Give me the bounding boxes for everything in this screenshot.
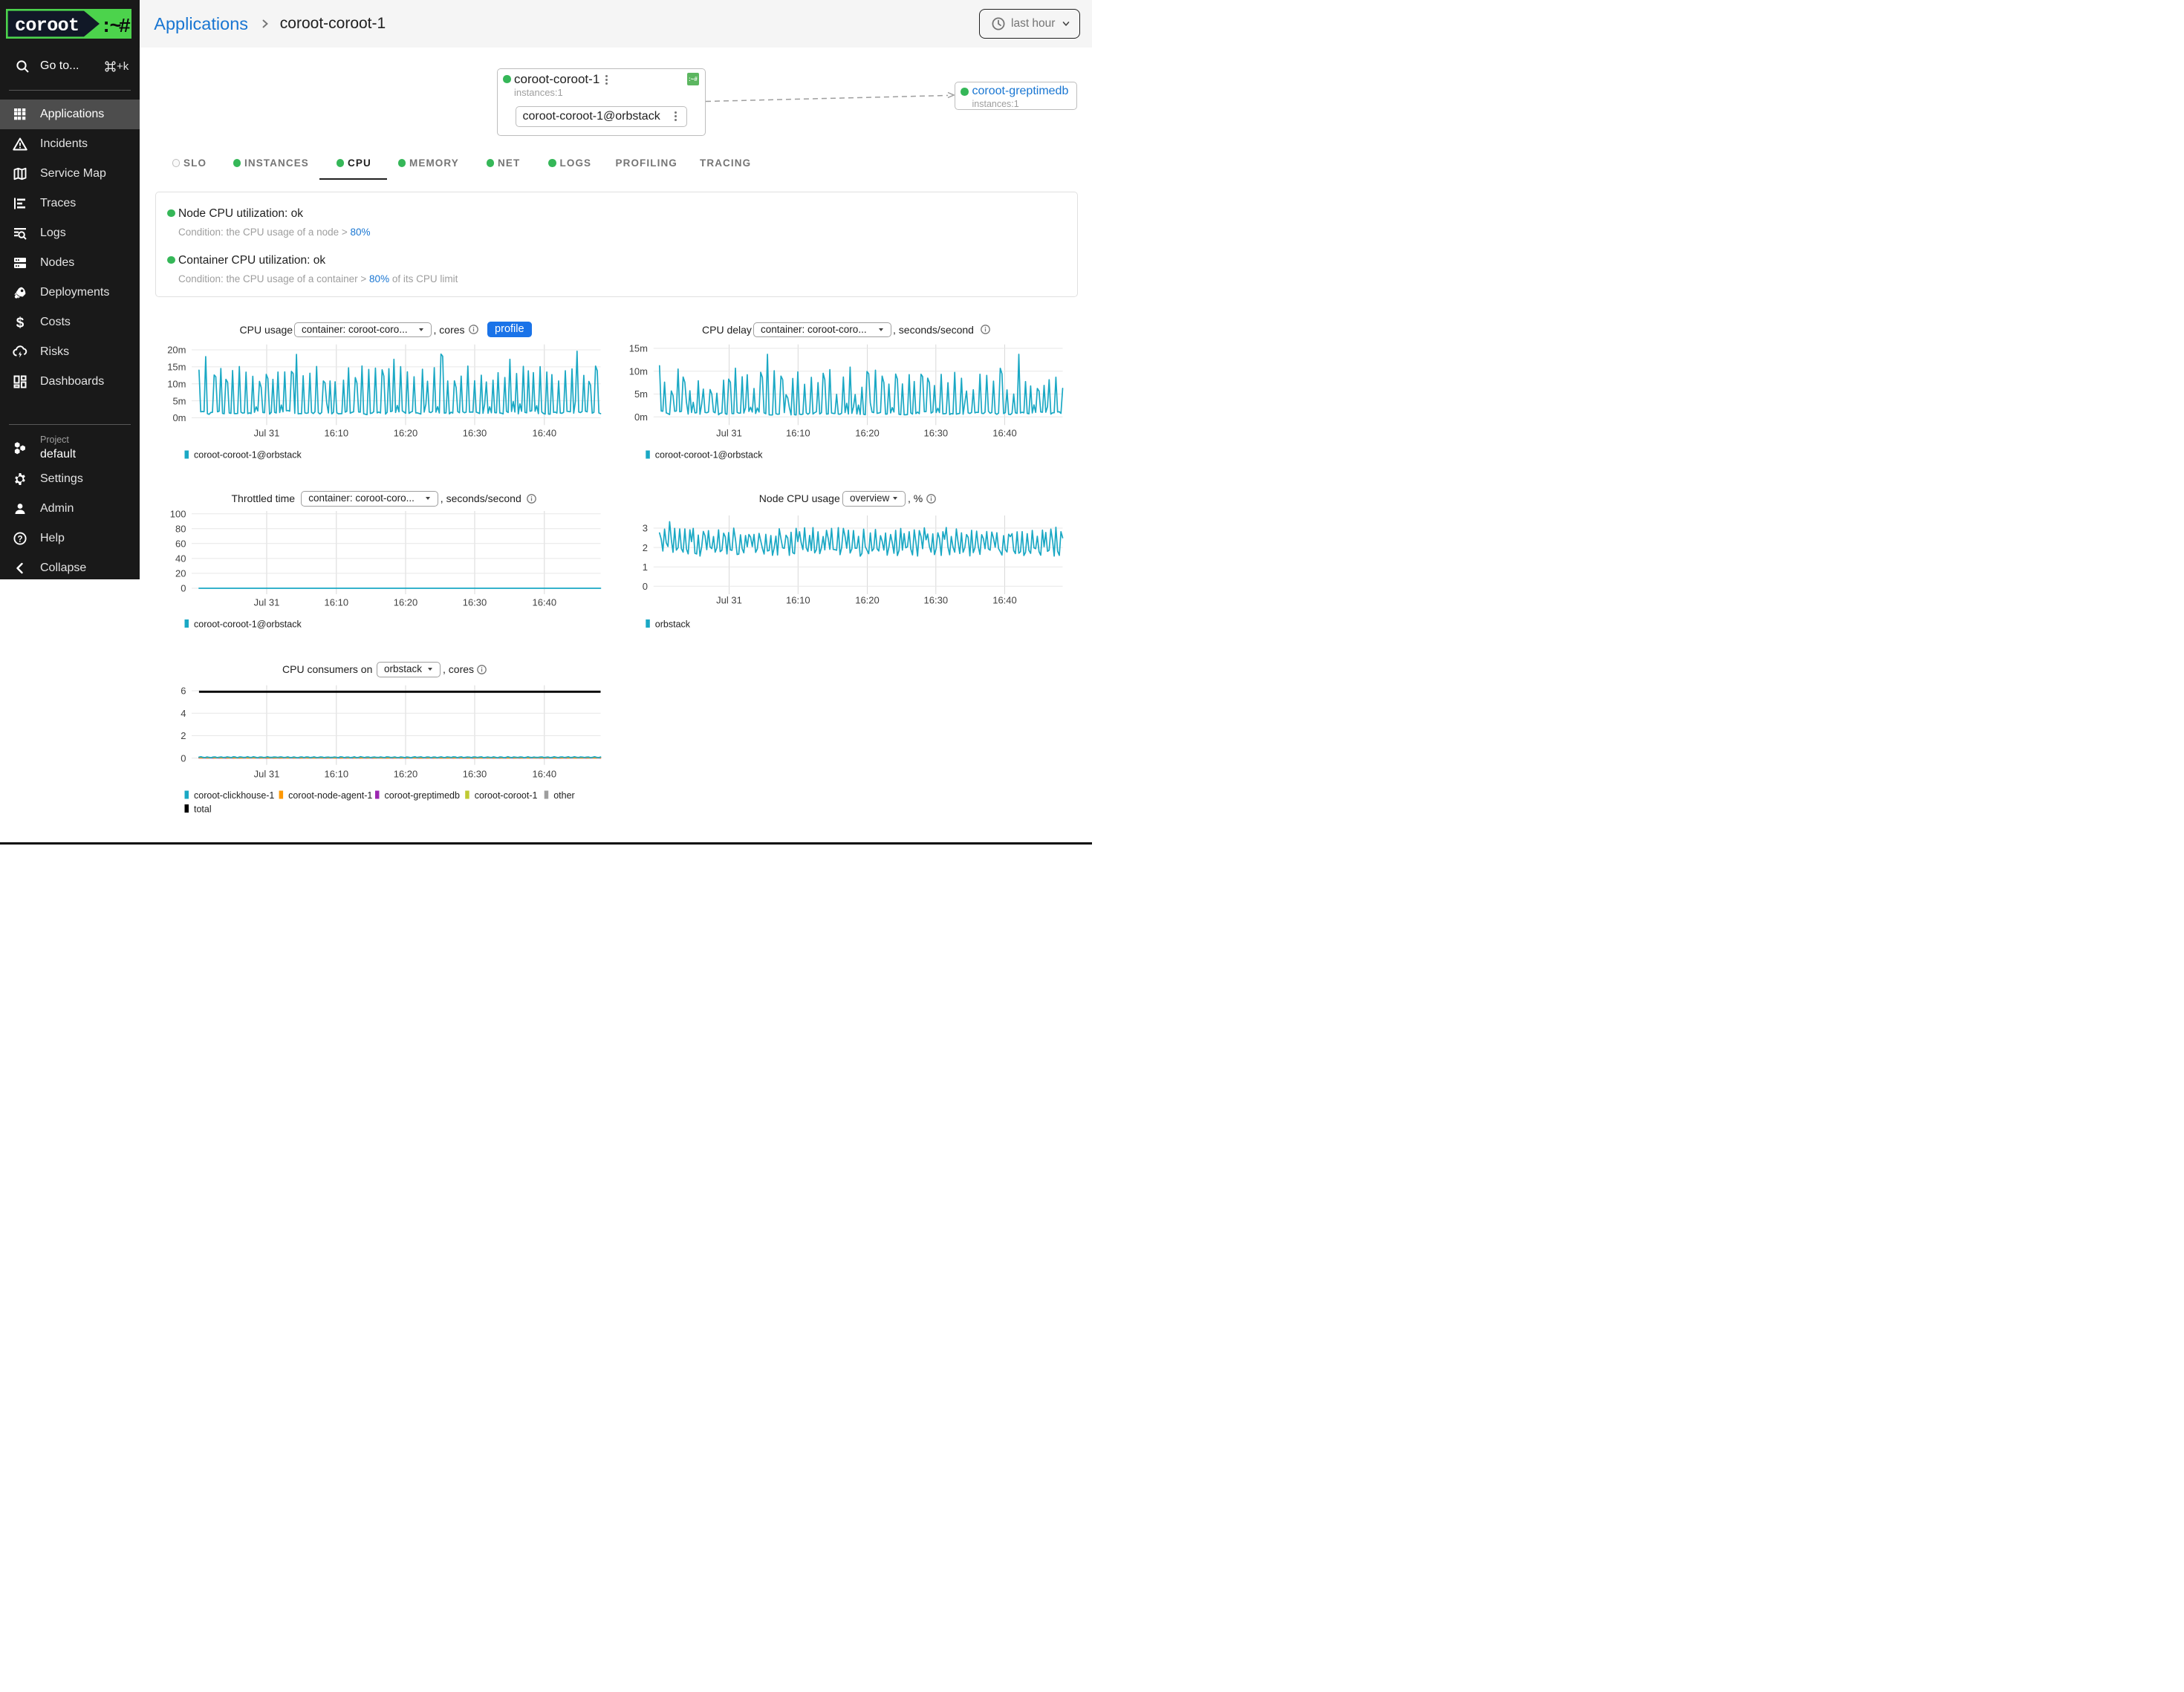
svg-text:0: 0 xyxy=(181,753,186,764)
svg-text:80: 80 xyxy=(175,524,186,535)
svg-text:40: 40 xyxy=(175,553,186,564)
svg-text:16:10: 16:10 xyxy=(325,768,349,779)
svg-text:Jul 31: Jul 31 xyxy=(254,596,280,608)
svg-text:16:40: 16:40 xyxy=(992,428,1017,439)
svg-text:20m: 20m xyxy=(167,345,186,356)
svg-text:coroot-greptimedb: coroot-greptimedb xyxy=(385,790,460,801)
svg-text:16:40: 16:40 xyxy=(533,596,557,608)
svg-text:coroot-coroot-1@orbstack: coroot-coroot-1@orbstack xyxy=(194,619,302,630)
svg-text:16:20: 16:20 xyxy=(394,596,418,608)
svg-text:Jul 31: Jul 31 xyxy=(254,768,280,779)
svg-text:Jul 31: Jul 31 xyxy=(716,595,742,606)
svg-text:16:40: 16:40 xyxy=(533,768,557,779)
svg-text:16:10: 16:10 xyxy=(786,428,810,439)
svg-text:16:10: 16:10 xyxy=(786,595,810,606)
svg-text:16:20: 16:20 xyxy=(394,428,418,439)
svg-text:60: 60 xyxy=(175,538,186,550)
svg-text:1: 1 xyxy=(643,562,648,573)
svg-text:16:40: 16:40 xyxy=(533,428,557,439)
svg-text:16:30: 16:30 xyxy=(463,428,487,439)
svg-text:10m: 10m xyxy=(167,379,186,390)
svg-text:2: 2 xyxy=(643,542,648,553)
svg-text:total: total xyxy=(194,804,212,815)
svg-text:15m: 15m xyxy=(167,362,186,373)
svg-text:3: 3 xyxy=(643,523,648,534)
svg-text:20: 20 xyxy=(175,568,186,579)
svg-text:5m: 5m xyxy=(634,388,648,400)
svg-text:16:30: 16:30 xyxy=(924,595,949,606)
svg-text:16:20: 16:20 xyxy=(855,595,880,606)
svg-text:Jul 31: Jul 31 xyxy=(716,428,742,439)
svg-text:100: 100 xyxy=(170,508,186,519)
svg-text:coroot-coroot-1@orbstack: coroot-coroot-1@orbstack xyxy=(194,450,302,461)
svg-text:2: 2 xyxy=(181,730,186,741)
svg-text:other: other xyxy=(553,790,575,801)
svg-text:0m: 0m xyxy=(634,411,648,423)
svg-text:16:40: 16:40 xyxy=(992,595,1017,606)
svg-text:0: 0 xyxy=(181,583,186,594)
svg-text:15m: 15m xyxy=(629,343,648,354)
svg-text:coroot-coroot-1@orbstack: coroot-coroot-1@orbstack xyxy=(655,450,763,461)
svg-text:orbstack: orbstack xyxy=(655,619,691,630)
svg-text:5m: 5m xyxy=(172,395,186,406)
svg-text:coroot-clickhouse-1: coroot-clickhouse-1 xyxy=(194,790,274,801)
svg-text:16:20: 16:20 xyxy=(394,768,418,779)
svg-text:16:10: 16:10 xyxy=(325,428,349,439)
svg-text:Jul 31: Jul 31 xyxy=(254,428,280,439)
svg-text:coroot-coroot-1: coroot-coroot-1 xyxy=(475,790,538,801)
svg-text:coroot-node-agent-1: coroot-node-agent-1 xyxy=(288,790,372,801)
svg-text:16:30: 16:30 xyxy=(924,428,949,439)
svg-text:6: 6 xyxy=(181,686,186,697)
svg-text:0: 0 xyxy=(643,581,648,592)
svg-text:4: 4 xyxy=(181,708,186,719)
svg-text:0m: 0m xyxy=(172,412,186,423)
svg-text:16:10: 16:10 xyxy=(325,596,349,608)
svg-text:16:30: 16:30 xyxy=(463,768,487,779)
svg-text:10m: 10m xyxy=(629,366,648,377)
svg-text:16:20: 16:20 xyxy=(855,428,880,439)
svg-text:16:30: 16:30 xyxy=(463,596,487,608)
